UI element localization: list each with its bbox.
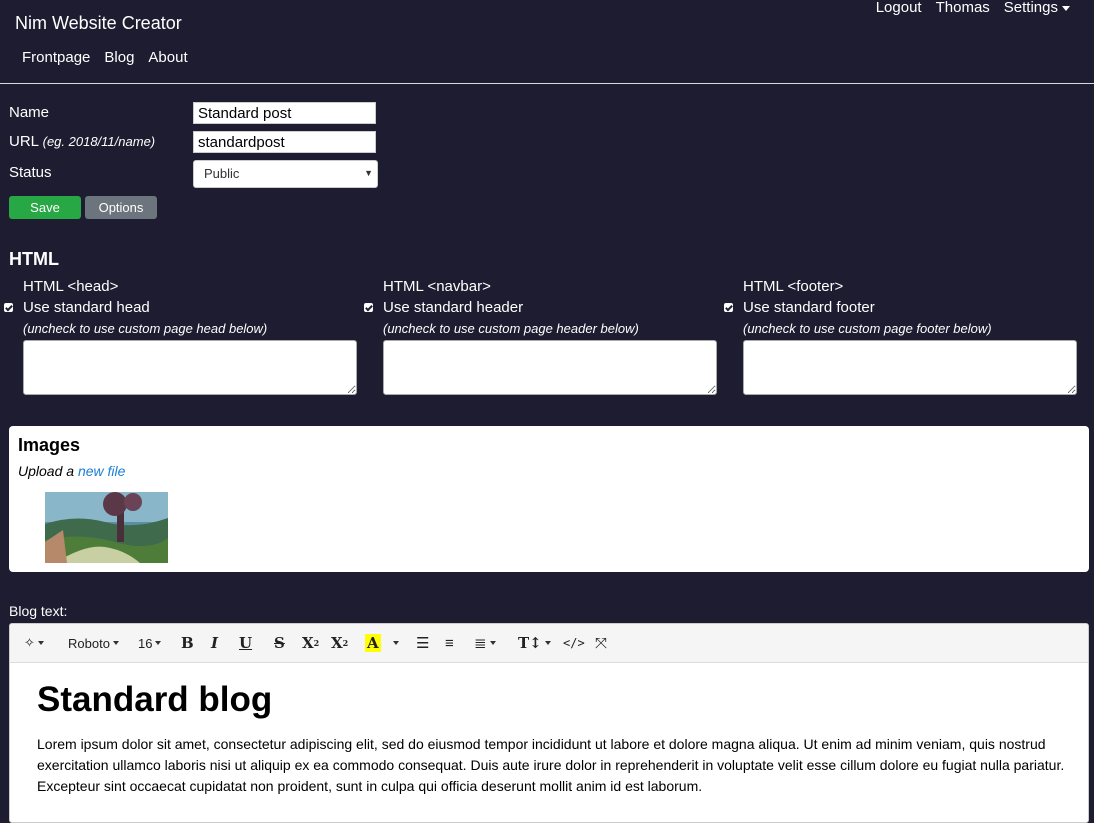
html-navbar-title: HTML <navbar>	[383, 278, 491, 295]
status-label: Status	[9, 164, 52, 181]
chevron-down-icon	[112, 641, 119, 645]
font-family-value: Roboto	[68, 635, 110, 651]
blog-paragraph[interactable]: Lorem ipsum dolor sit amet, consectetur …	[37, 734, 1067, 797]
editor-toolbar: ✧ Roboto 16 B I U S X2 X2 A ☰ ≡ ≣ T↕ </>…	[10, 624, 1088, 663]
custom-footer-textarea[interactable]	[743, 340, 1077, 395]
ordered-list-icon[interactable]: ≡	[445, 633, 454, 653]
chevron-down-icon	[393, 641, 399, 645]
font-color-icon[interactable]: A	[365, 633, 381, 653]
strikethrough-icon[interactable]: S	[274, 633, 285, 653]
font-color-dropdown[interactable]	[390, 633, 399, 653]
bold-icon[interactable]: B	[181, 633, 194, 653]
magic-icon: ✧	[24, 635, 35, 650]
html-head-title: HTML <head>	[23, 278, 119, 295]
use-standard-header-checkbox[interactable]	[364, 303, 373, 312]
head-hint: (uncheck to use custom page head below)	[23, 321, 268, 336]
header-divider	[0, 83, 1094, 84]
upload-prefix: Upload a	[18, 463, 75, 479]
use-standard-footer-label[interactable]: Use standard footer	[743, 299, 875, 316]
chevron-down-icon	[37, 641, 44, 645]
text-height-icon[interactable]: T↕	[518, 633, 551, 653]
fullscreen-icon[interactable]: ⤧	[595, 633, 607, 653]
settings-dropdown[interactable]: Settings	[1004, 0, 1070, 16]
superscript-icon[interactable]: X2	[302, 633, 319, 653]
blog-heading[interactable]: Standard blog	[37, 682, 1067, 717]
html-section-title: HTML	[9, 249, 59, 269]
nav-frontpage[interactable]: Frontpage	[22, 49, 90, 66]
custom-header-textarea[interactable]	[383, 340, 717, 395]
save-button[interactable]: Save	[9, 196, 81, 219]
underline-icon[interactable]: U	[239, 633, 252, 653]
url-input[interactable]	[193, 131, 376, 153]
code-view-icon[interactable]: </>	[563, 633, 585, 653]
upload-text: Upload a new file	[18, 463, 125, 479]
status-select[interactable]: Public ▼	[193, 160, 378, 188]
font-size-value: 16	[138, 635, 153, 651]
custom-head-textarea[interactable]	[23, 340, 357, 395]
footer-hint: (uncheck to use custom page footer below…	[743, 321, 992, 336]
user-link[interactable]: Thomas	[936, 0, 990, 16]
nav-about[interactable]: About	[148, 49, 187, 66]
use-standard-head-checkbox[interactable]	[4, 303, 13, 312]
url-label: URL (eg. 2018/11/name)	[9, 133, 155, 150]
magic-style-button[interactable]: ✧	[24, 633, 44, 653]
html-footer-title: HTML <footer>	[743, 278, 844, 295]
site-brand[interactable]: Nim Website Creator	[15, 13, 182, 34]
editor-content[interactable]: Standard blog Lorem ipsum dolor sit amet…	[37, 682, 1067, 797]
main-nav: Frontpage Blog About	[22, 49, 188, 66]
name-input[interactable]	[193, 102, 376, 124]
chevron-down-icon	[1062, 5, 1070, 11]
url-label-text: URL	[9, 133, 39, 150]
font-size-dropdown[interactable]: 16	[138, 633, 162, 653]
select-arrow-icon: ▼	[364, 168, 373, 178]
use-standard-head-label[interactable]: Use standard head	[23, 299, 150, 316]
url-hint: (eg. 2018/11/name)	[42, 134, 156, 149]
chevron-down-icon	[544, 641, 551, 645]
user-nav: Logout Thomas Settings	[876, 0, 1070, 16]
chevron-down-icon	[489, 641, 496, 645]
use-standard-header-label[interactable]: Use standard header	[383, 299, 523, 316]
nav-blog[interactable]: Blog	[104, 49, 134, 66]
rich-text-editor: ✧ Roboto 16 B I U S X2 X2 A ☰ ≡ ≣ T↕ </>…	[9, 623, 1089, 823]
unordered-list-icon[interactable]: ☰	[416, 633, 429, 653]
image-thumbnail[interactable]	[45, 492, 168, 563]
font-family-dropdown[interactable]: Roboto	[68, 633, 119, 653]
chevron-down-icon	[155, 641, 162, 645]
subscript-icon[interactable]: X2	[331, 633, 348, 653]
settings-label: Settings	[1003, 0, 1058, 16]
blog-text-label: Blog text:	[9, 603, 68, 619]
logout-link[interactable]: Logout	[876, 0, 922, 16]
use-standard-footer-checkbox[interactable]	[724, 303, 733, 312]
options-button[interactable]: Options	[85, 196, 157, 219]
status-value: Public	[204, 166, 240, 181]
new-file-link[interactable]: new file	[78, 463, 125, 479]
images-title: Images	[18, 435, 81, 455]
italic-icon[interactable]: I	[211, 633, 218, 653]
landscape-image	[45, 492, 168, 563]
images-card: Images Upload a new file	[9, 426, 1089, 572]
header-hint: (uncheck to use custom page header below…	[383, 321, 639, 336]
align-icon[interactable]: ≣	[474, 633, 496, 653]
name-label: Name	[9, 104, 50, 121]
